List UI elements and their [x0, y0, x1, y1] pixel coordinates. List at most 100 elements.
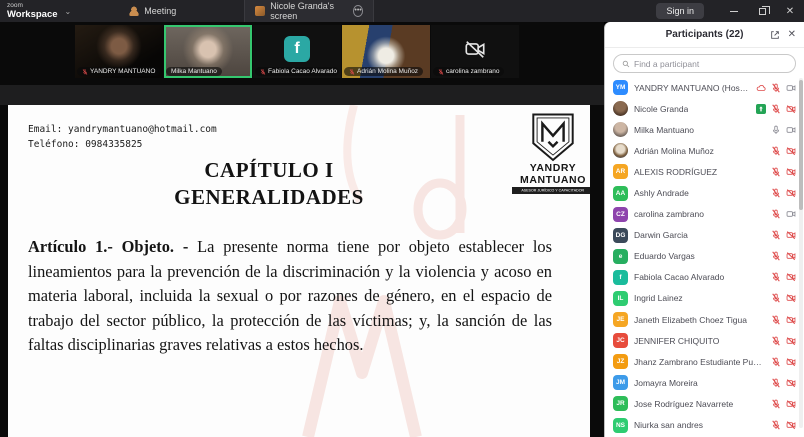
- video-tile[interactable]: carolina zambrano: [431, 25, 519, 78]
- mic-muted-icon: [771, 209, 781, 219]
- participant-row[interactable]: e Eduardo Vargas: [605, 246, 804, 267]
- participant-row[interactable]: f Fabiola Cacao Alvarado: [605, 267, 804, 288]
- camera-off-icon: [786, 251, 796, 261]
- screen-sharing-icon: [756, 104, 766, 114]
- participant-status-icons: [771, 230, 796, 240]
- brand-workspace-label: Workspace: [7, 10, 58, 20]
- mic-muted-icon: [771, 83, 781, 93]
- sign-in-button[interactable]: Sign in: [656, 3, 704, 19]
- restore-button[interactable]: [748, 0, 776, 22]
- tab-meeting[interactable]: Meeting: [119, 0, 186, 22]
- mic-muted-icon: [82, 69, 88, 75]
- participant-search-box[interactable]: [613, 54, 796, 73]
- participant-avatar: JZ: [613, 354, 628, 369]
- camera-off-icon: [786, 357, 796, 367]
- phone-line: Teléfono: 0984335825: [28, 138, 217, 153]
- participant-avatar: IL: [613, 291, 628, 306]
- camera-off-icon: [786, 336, 796, 346]
- participant-status-icons: [771, 420, 796, 430]
- participant-row[interactable]: JZ Jhanz Zambrano Estudiante Pucem: [605, 351, 804, 372]
- tab-more-options-icon[interactable]: •••: [353, 5, 363, 17]
- participant-name: Ashly Andrade: [634, 188, 689, 198]
- mic-muted-icon: [771, 357, 781, 367]
- participant-row[interactable]: CZ carolina zambrano: [605, 204, 804, 225]
- mic-on-icon: [771, 125, 781, 135]
- participant-avatar: [613, 101, 628, 116]
- camera-on-icon: [786, 125, 796, 135]
- participants-header: Participants (22) ✕: [605, 22, 804, 48]
- chapter-subtitle: GENERALIDADES: [8, 184, 530, 211]
- camera-off-icon: [786, 420, 796, 430]
- participant-row[interactable]: Adrián Molina Muñoz: [605, 140, 804, 161]
- participant-name: Nicole Granda: [634, 104, 688, 114]
- camera-off-icon: [786, 293, 796, 303]
- participant-row[interactable]: AA Ashly Andrade: [605, 182, 804, 203]
- participant-row[interactable]: JM Jomayra Moreira: [605, 372, 804, 393]
- video-tile[interactable]: Milka Mantuano: [164, 25, 252, 78]
- participant-status-icons: [771, 167, 796, 177]
- close-panel-icon[interactable]: ✕: [788, 29, 796, 40]
- participant-name: Eduardo Vargas: [634, 251, 695, 261]
- video-tile[interactable]: Adrián Molina Muñoz: [342, 25, 430, 78]
- tab-shared-screen[interactable]: Nicole Granda's screen •••: [244, 0, 374, 22]
- camera-on-icon: [786, 209, 796, 219]
- close-button[interactable]: ✕: [776, 0, 804, 22]
- participant-avatar: AA: [613, 186, 628, 201]
- minimize-button[interactable]: [720, 0, 748, 22]
- participants-panel: Participants (22) ✕ YM YANDRY MANTUANO (…: [604, 22, 804, 437]
- participant-status-icons: [771, 293, 796, 303]
- popout-panel-icon[interactable]: [770, 30, 780, 40]
- video-tile-name-label: Fabiola Cacao Alvarado: [255, 67, 339, 76]
- zoom-workspace-brand[interactable]: zoom Workspace ⌄: [0, 3, 71, 19]
- logo-tagline: ASESOR JURÍDICO Y CAPACITADOR: [522, 189, 585, 193]
- window-titlebar: zoom Workspace ⌄ Meeting Nicole Granda's…: [0, 0, 804, 22]
- contact-block: Email: yandrymantuano@hotmail.com Teléfo…: [28, 123, 217, 152]
- participant-row[interactable]: YM YANDRY MANTUANO (Host, me): [605, 77, 804, 98]
- participant-search-input[interactable]: [634, 59, 787, 69]
- mic-muted-icon: [260, 69, 266, 75]
- mic-muted-icon: [771, 272, 781, 282]
- video-tile[interactable]: YANDRY MANTUANO: [75, 25, 163, 78]
- participant-row[interactable]: JC JENNIFER CHIQUITO: [605, 330, 804, 351]
- participants-scrollbar[interactable]: [799, 78, 803, 428]
- camera-off-icon: [786, 188, 796, 198]
- participant-row[interactable]: IL Ingrid Lainez: [605, 288, 804, 309]
- mic-muted-icon: [771, 399, 781, 409]
- video-thumbnail-strip: YANDRY MANTUANO Milka Mantuano f Fabiola…: [75, 25, 519, 78]
- participant-status-icons: [756, 104, 796, 114]
- participant-row[interactable]: JE Janeth Elizabeth Choez Tigua: [605, 309, 804, 330]
- participant-avatar: [613, 122, 628, 137]
- participant-row[interactable]: AR ALEXIS RODRÍGUEZ: [605, 161, 804, 182]
- participant-status-icons: [771, 209, 796, 219]
- chevron-down-icon[interactable]: ⌄: [65, 7, 72, 16]
- participant-name: Milka Mantuano: [634, 125, 694, 135]
- participant-row[interactable]: NS Niurka san andres: [605, 415, 804, 434]
- participant-avatar: JR: [613, 396, 628, 411]
- presenter-screen-edge: [0, 85, 604, 105]
- participant-row[interactable]: Milka Mantuano: [605, 119, 804, 140]
- participant-row[interactable]: Nicole Granda: [605, 98, 804, 119]
- video-tile[interactable]: f Fabiola Cacao Alvarado: [253, 25, 341, 78]
- participant-name: Niurka san andres: [634, 420, 703, 430]
- participant-avatar: YM: [613, 80, 628, 95]
- video-tile-name: carolina zambrano: [446, 68, 499, 75]
- restore-icon: [759, 8, 766, 15]
- participant-row[interactable]: DG Darwin Garcia: [605, 225, 804, 246]
- video-tile-name-label: Milka Mantuano: [166, 67, 222, 76]
- participant-name: Ingrid Lainez: [634, 293, 683, 303]
- shared-slide: Email: yandrymantuano@hotmail.com Teléfo…: [8, 105, 590, 437]
- camera-off-icon: [786, 315, 796, 325]
- camera-off-icon: [786, 399, 796, 409]
- camera-off-icon: [786, 230, 796, 240]
- participant-name: YANDRY MANTUANO (Host, me): [634, 83, 750, 93]
- camera-on-icon: [786, 83, 796, 93]
- participant-avatar: JM: [613, 375, 628, 390]
- participants-scrollbar-thumb[interactable]: [799, 80, 803, 210]
- cloud-recording-icon: [756, 83, 766, 93]
- mic-muted-icon: [771, 420, 781, 430]
- video-tile-name: Adrián Molina Muñoz: [357, 68, 418, 75]
- participant-avatar: DG: [613, 228, 628, 243]
- shield-monogram-icon: [530, 113, 576, 163]
- letter-avatar: f: [284, 36, 310, 62]
- participant-row[interactable]: JR Jose Rodríguez Navarrete: [605, 393, 804, 414]
